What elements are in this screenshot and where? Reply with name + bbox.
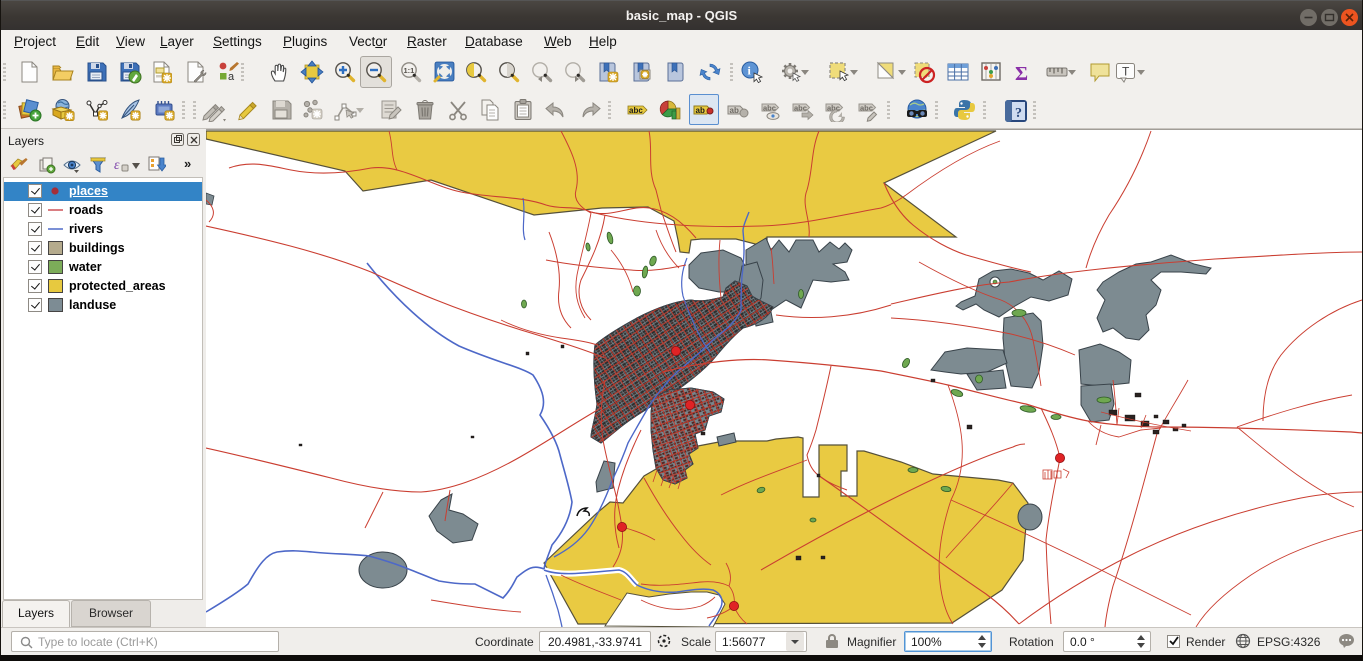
svg-text:ε: ε: [114, 158, 120, 173]
svg-text:abc: abc: [794, 104, 807, 113]
svg-text:abc: abc: [860, 104, 873, 113]
svg-text:?: ?: [1015, 106, 1022, 121]
svg-text:Σ: Σ: [1015, 63, 1028, 84]
svg-text:T: T: [1122, 65, 1130, 79]
svg-text:ab: ab: [696, 106, 705, 115]
svg-text:abc: abc: [763, 104, 776, 113]
svg-text:abc: abc: [629, 106, 643, 115]
svg-text:ab: ab: [730, 106, 739, 115]
svg-text:1:1: 1:1: [404, 66, 415, 75]
svg-text:a: a: [228, 71, 235, 83]
